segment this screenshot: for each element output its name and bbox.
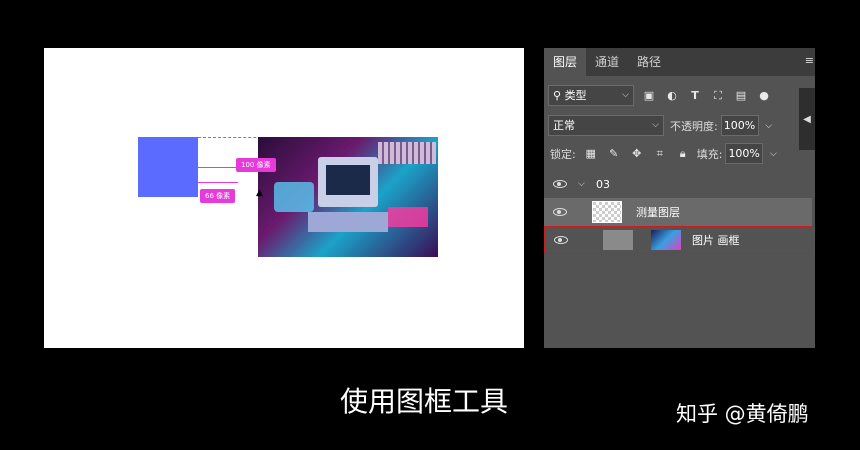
blend-row: 正常 ⌵ 不透明度: 100% ⌵ xyxy=(544,115,815,136)
layers-panel: 图层 通道 路径 ≡ ⚲ 类型 ⌵ ▣ ◐ T ⛶ ▤ ● 正常 ⌵ 不透明度:… xyxy=(544,48,815,348)
lock-image-icon[interactable]: ✎ xyxy=(606,146,622,162)
visibility-eye-icon[interactable] xyxy=(553,180,567,188)
blend-mode-select[interactable]: 正常 ⌵ xyxy=(548,115,664,136)
layer-name: 图片 画框 xyxy=(692,234,740,247)
photo-screen-shape xyxy=(326,165,370,195)
caption-text: 使用图框工具 xyxy=(340,385,509,418)
image-filter-icon[interactable]: ▣ xyxy=(641,88,657,104)
collapse-panel-icon[interactable]: ◀ xyxy=(799,88,815,150)
opacity-input[interactable]: 100% xyxy=(720,115,759,136)
photo-gameboy-shape xyxy=(274,182,314,212)
lock-transparent-icon[interactable]: ▦ xyxy=(583,146,599,162)
chevron-down-icon[interactable]: ⌵ xyxy=(761,118,777,134)
mouse-cursor-icon: ▲ xyxy=(256,188,263,198)
filter-toggle-icon[interactable]: ● xyxy=(756,88,772,104)
lock-all-icon[interactable]: 🔒︎ xyxy=(675,146,691,162)
fill-input[interactable]: 100% xyxy=(725,143,764,164)
layer-name: 03 xyxy=(596,177,610,191)
shape-filter-icon[interactable]: ⛶ xyxy=(710,88,726,104)
smart-object-filter-icon[interactable]: ▤ xyxy=(733,88,749,104)
lock-label: 锁定: xyxy=(550,147,576,161)
blend-mode-value: 正常 xyxy=(553,119,575,132)
frame-thumbnail xyxy=(603,230,633,250)
measure-line-secondary xyxy=(198,182,238,183)
watermark-text: 知乎 @黄倚鹏 xyxy=(676,402,809,426)
tab-layers[interactable]: 图层 xyxy=(544,48,587,76)
measure-badge-vertical: 66 像素 xyxy=(200,189,236,203)
adjustment-filter-icon[interactable]: ◐ xyxy=(664,88,680,104)
tab-channels[interactable]: 通道 xyxy=(586,48,628,76)
chevron-down-icon: ⌵ xyxy=(622,90,629,100)
photo-pink-device-shape xyxy=(388,207,428,227)
frame-photo[interactable] xyxy=(258,137,438,257)
image-thumbnail xyxy=(651,230,681,250)
visibility-eye-icon[interactable] xyxy=(553,208,567,216)
document-canvas[interactable]: 100 像素 66 像素 ▲ xyxy=(44,48,524,348)
fill-label: 填充: xyxy=(696,147,723,161)
lock-artboard-icon[interactable]: ⌗ xyxy=(652,146,668,162)
panel-tab-bar: 图层 通道 路径 ≡ xyxy=(544,48,815,76)
filter-row: ⚲ 类型 ⌵ ▣ ◐ T ⛶ ▤ ● xyxy=(544,85,815,106)
layer-filter-label: 类型 xyxy=(564,89,587,102)
chevron-down-icon: ⌵ xyxy=(652,120,659,130)
layer-group-03[interactable]: ⌵ 03 xyxy=(544,170,812,198)
panel-menu-icon[interactable]: ≡ xyxy=(805,54,814,67)
chevron-down-icon[interactable]: ⌵ xyxy=(765,146,781,162)
layer-filter-select[interactable]: ⚲ 类型 ⌵ xyxy=(548,85,634,106)
layer-measure[interactable]: 测量图层 xyxy=(544,198,812,226)
lock-position-icon[interactable]: ✥ xyxy=(629,146,645,162)
layer-image-frame[interactable]: 图片 画框 xyxy=(544,226,812,254)
photo-keyboard-shape xyxy=(378,142,436,164)
measure-badge-horizontal: 100 像素 xyxy=(236,158,276,172)
blue-rectangle[interactable] xyxy=(138,137,198,197)
photo-keyboard-front-shape xyxy=(308,212,388,232)
tab-paths[interactable]: 路径 xyxy=(628,48,670,76)
measure-line-horizontal xyxy=(198,167,238,168)
lock-row: 锁定: ▦ ✎ ✥ ⌗ 🔒︎ 填充: 100% ⌵ xyxy=(544,143,815,164)
search-icon: ⚲ xyxy=(553,89,565,102)
layer-thumbnail xyxy=(592,201,622,223)
chevron-down-icon[interactable]: ⌵ xyxy=(578,179,585,189)
visibility-eye-icon[interactable] xyxy=(554,236,568,244)
type-filter-icon[interactable]: T xyxy=(687,88,703,104)
layer-name: 测量图层 xyxy=(636,206,680,219)
opacity-label: 不透明度: xyxy=(670,119,718,133)
